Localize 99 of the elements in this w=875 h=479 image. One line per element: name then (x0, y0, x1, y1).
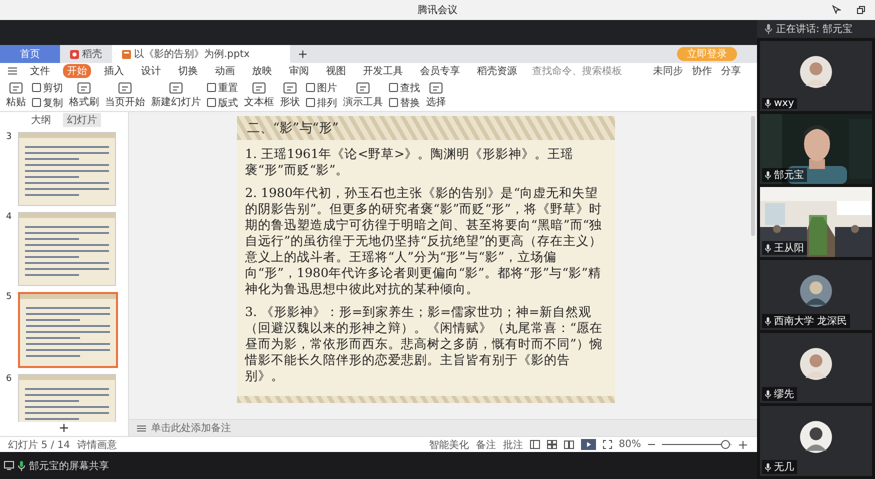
panel-tab[interactable]: 大纲 (27, 113, 55, 127)
slide-title: 二、“影”与“形” (247, 120, 339, 137)
toolbar-link[interactable]: 未同步 (653, 64, 683, 78)
slide-paragraph: 3. 《形影神》：形=到家养生；影=儒家世功；神=新自然观（回避汉魏以来的形神之辩）。《闲情赋》（丸尾常喜：“愿在昼而为影，常依形而西东。悲高树之多荫，慨有时而不同”）惋惜影不能长久陪伴形的恋爱悲剧。主旨皆有别于《影的告别》。 (245, 304, 604, 384)
document-tab[interactable]: 稻壳 (60, 45, 112, 63)
participant-tile[interactable]: 王从阳 (760, 187, 872, 257)
microphone-icon (18, 460, 25, 470)
ribbon-button[interactable]: 粘贴 (6, 82, 26, 108)
notes-icon (137, 424, 146, 432)
slide-thumbnail[interactable] (18, 132, 116, 206)
menu-tab[interactable]: 文件 (26, 64, 54, 78)
microphone-icon (765, 390, 771, 398)
ribbon-button[interactable]: 当页开始 (105, 82, 145, 108)
menu-tab[interactable]: 设计 (137, 64, 165, 78)
ribbon-button[interactable]: 排列 (306, 96, 337, 110)
zoom-in-icon[interactable] (739, 440, 747, 448)
ribbon-button[interactable]: 文本框 (244, 82, 274, 108)
ribbon-button[interactable]: 替换 (389, 96, 420, 110)
participant-tile[interactable]: wxy (760, 41, 872, 111)
menu-icon[interactable] (8, 67, 17, 75)
store-icon (70, 50, 79, 58)
menu-tab[interactable]: 插入 (100, 64, 128, 78)
tool-icon (118, 82, 132, 94)
notes-field[interactable]: 单击此处添加备注 (129, 419, 757, 436)
restore-icon[interactable] (857, 6, 865, 14)
slide-counter: 幻灯片 5 / 14 (8, 438, 70, 452)
ribbon-button[interactable]: 选择 (426, 82, 446, 108)
window-title: 腾讯会议 (418, 4, 458, 17)
add-slide-button[interactable]: + (58, 421, 70, 436)
ribbon-button[interactable]: 重置 (207, 80, 238, 94)
panel-tab[interactable]: 幻灯片 (63, 113, 101, 127)
tool-icon (169, 82, 183, 94)
play-button[interactable] (580, 439, 596, 450)
slide-number: 4 (6, 212, 13, 222)
ribbon-button[interactable]: 演示工具 (343, 82, 383, 108)
participant-name: 西南大学 龙深民 (774, 314, 848, 328)
reading-view-icon[interactable] (564, 440, 574, 449)
ribbon-button[interactable]: 查找 (389, 80, 420, 94)
menu-tab[interactable]: 放映 (248, 64, 276, 78)
fit-icon[interactable] (602, 440, 612, 449)
screen-share-icon (4, 461, 14, 470)
presentation-icon (122, 50, 131, 58)
participant-name: 无几 (774, 461, 794, 474)
tool-icon (429, 82, 443, 94)
document-tab[interactable]: 首页 (0, 45, 60, 63)
ribbon-button[interactable]: 复制 (32, 96, 63, 110)
slide-paragraph: 1. 王瑶1961年《论<野草>》。陶渊明《形影神》。王瑶褒“形”而贬“影”。 (245, 146, 575, 178)
share-label: 郜元宝的屏幕共享 (29, 460, 109, 472)
slide-thumbnail[interactable] (18, 212, 116, 286)
slide-number: 3 (6, 132, 13, 142)
participant-name: 缪先 (774, 388, 794, 401)
microphone-icon (765, 99, 771, 108)
participant-name: 郜元宝 (774, 168, 804, 182)
menu-tab[interactable]: 动画 (211, 64, 239, 78)
menu-tab[interactable]: 稻壳资源 (473, 64, 521, 78)
microphone-icon (765, 244, 771, 252)
participant-tile[interactable]: 无几 (760, 406, 872, 476)
notes-button[interactable]: 备注 (476, 438, 496, 452)
beautify-button[interactable]: 智能美化 (428, 438, 469, 452)
microphone-icon (765, 462, 771, 472)
toolbar-link[interactable]: 分享 (721, 64, 741, 78)
tool-icon (252, 82, 266, 94)
menu-tab[interactable]: 审阅 (285, 64, 313, 78)
participant-name: 王从阳 (774, 242, 804, 255)
microphone-icon (765, 316, 771, 326)
slide-number: 5 (6, 292, 13, 302)
participant-name: wxy (774, 98, 794, 109)
ribbon-button[interactable]: 剪切 (32, 80, 63, 94)
menu-tab[interactable]: 切换 (174, 64, 202, 78)
menu-tab[interactable]: 视图 (322, 64, 350, 78)
menu-tab[interactable]: 会员专享 (416, 64, 464, 78)
new-tab-button[interactable]: + (290, 45, 316, 63)
ribbon-button[interactable]: 格式刷 (69, 82, 99, 108)
zoom-slider[interactable] (721, 440, 730, 449)
toolbar-link[interactable]: 协作 (692, 64, 712, 78)
participant-tile[interactable]: 西南大学 龙深民 (760, 260, 872, 330)
microphone-icon (765, 170, 771, 180)
microphone-icon (765, 24, 772, 34)
participant-tile[interactable]: 郜元宝 (760, 114, 872, 184)
participant-tile[interactable]: 缪先 (760, 333, 872, 403)
slide-number: 6 (6, 374, 13, 384)
ribbon-button[interactable]: 新建幻灯片 (151, 82, 201, 108)
tool-icon (77, 82, 91, 94)
zoom-value[interactable]: 80% (618, 439, 641, 450)
tool-icon (356, 82, 370, 94)
speaker-label: 正在讲话: 郜元宝 (776, 22, 853, 36)
grid-view-icon[interactable] (546, 440, 557, 449)
tool-icon (9, 82, 23, 94)
tool-icon (283, 82, 297, 94)
slide-thumbnail[interactable] (18, 292, 118, 368)
normal-view-icon[interactable] (530, 440, 540, 449)
theme-name: 诗情画意 (77, 438, 117, 452)
ribbon-button[interactable]: 图片 (306, 80, 337, 94)
document-tab[interactable]: 以《影的告别》为例.pptx (112, 45, 290, 63)
comments-button[interactable]: 批注 (502, 438, 523, 452)
ribbon-button[interactable]: 形状 (280, 82, 300, 108)
ribbon-button[interactable]: 版式 (207, 96, 238, 110)
menu-tab[interactable]: 开发工具 (359, 64, 407, 78)
slide-paragraph: 2. 1980年代初，孙玉石也主张《影的告别》是“向虚无和失望的阴影告别”。但更多的研究者褒“影”而贬“形”，将《野草》时期的鲁迅塑造成宁可彷徨于明暗之间、甚至将要向“黑暗”而“独自远行”的虽彷徨于无地仍坚持“反抗绝望”的更高（存在主义）意义上的战斗者。王瑶将“人”分为“形”与“影”，立场偏向“形”，1980年代许多论者则更偏向“影”。都将“形”与“影”精神化为鲁迅思想中彼此对抗的某种倾向。 (245, 185, 604, 297)
